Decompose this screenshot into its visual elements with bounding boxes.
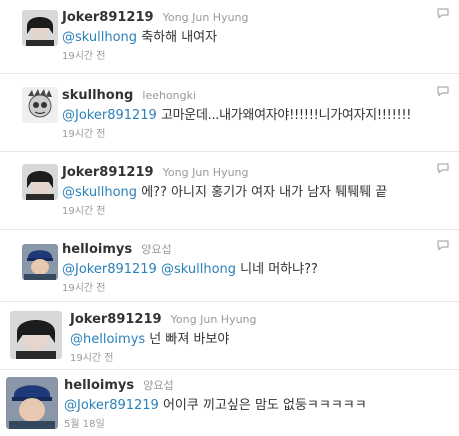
avatar-joker-icon (22, 164, 58, 200)
avatar[interactable] (6, 377, 58, 429)
screen-name[interactable]: skullhong (62, 88, 133, 103)
avatar[interactable] (22, 164, 58, 200)
timestamp[interactable]: 5월 18일 (64, 419, 459, 431)
tweet-body: 어이쿠 끼고싶은 맘도 없둥ㅋㅋㅋㅋㅋ (162, 398, 367, 413)
timestamp[interactable]: 19시간 전 (62, 51, 459, 63)
full-name: Yong Jun Hyung (170, 313, 257, 326)
mention-link[interactable]: @Joker891219 (62, 262, 157, 277)
avatar[interactable] (10, 311, 62, 359)
avatar[interactable] (22, 87, 58, 123)
mention-link[interactable]: @skullhong (161, 262, 236, 277)
mention-link[interactable]: @skullhong (62, 185, 137, 200)
avatar[interactable] (22, 10, 58, 46)
timestamp[interactable]: 19시간 전 (62, 129, 459, 141)
avatar-joker-icon (22, 10, 58, 46)
tweet-text: @skullhong 축하해 내여자 (62, 29, 459, 47)
timestamp[interactable]: 19시간 전 (70, 353, 459, 365)
tweet-text: @Joker891219 고마운데...내가왜여자야!!!!!!니가여자지!!!… (62, 107, 459, 125)
screen-name[interactable]: helloimys (62, 242, 132, 257)
tweet-body: 고마운데...내가왜여자야!!!!!!니가여자지!!!!!!! (160, 108, 412, 123)
screen-name[interactable]: Joker891219 (62, 10, 154, 25)
screen-name[interactable]: Joker891219 (62, 165, 154, 180)
tweet-text: @Joker891219 @skullhong 니네 머하냐?? (62, 261, 459, 279)
tweet-header: skullhong leehongki (62, 86, 459, 104)
tweet-text: @Joker891219 어이쿠 끼고싶은 맘도 없둥ㅋㅋㅋㅋㅋ (64, 397, 459, 415)
tweet-feed: Joker891219 Yong Jun Hyung @skullhong 축하… (0, 0, 459, 436)
timestamp[interactable]: 19시간 전 (62, 283, 459, 295)
tweet-text: @skullhong 에?? 아니지 홍기가 여자 내가 남자 퉤퉤퉤 끝 (62, 184, 459, 202)
tweet-body: 축하해 내여자 (141, 30, 218, 45)
tweet-content: skullhong leehongki @Joker891219 고마운데...… (62, 86, 459, 141)
mention-link[interactable]: @skullhong (62, 30, 137, 45)
avatar-helloimys-icon (6, 377, 58, 429)
full-name: 양요섭 (141, 243, 172, 256)
screen-name[interactable]: helloimys (64, 378, 134, 393)
tweet: helloimys 양요섭 @Joker891219 어이쿠 끼고싶은 맘도 없… (0, 370, 459, 436)
tweet-header: Joker891219 Yong Jun Hyung (62, 8, 459, 26)
timestamp[interactable]: 19시간 전 (62, 206, 459, 218)
screen-name[interactable]: Joker891219 (70, 312, 162, 327)
tweet: skullhong leehongki @Joker891219 고마운데...… (0, 74, 459, 152)
tweet-content: Joker891219 Yong Jun Hyung @helloimys 넌 … (70, 310, 459, 365)
tweet-content: helloimys 양요섭 @Joker891219 어이쿠 끼고싶은 맘도 없… (64, 376, 459, 431)
tweet-header: Joker891219 Yong Jun Hyung (70, 310, 459, 328)
tweet-body: 에?? 아니지 홍기가 여자 내가 남자 퉤퉤퉤 끝 (141, 185, 388, 200)
full-name: Yong Jun Hyung (162, 11, 249, 24)
avatar-skullhong-icon (22, 87, 58, 123)
speech-bubble-icon[interactable] (437, 163, 449, 173)
mention-link[interactable]: @helloimys (70, 332, 145, 347)
tweet-content: Joker891219 Yong Jun Hyung @skullhong 축하… (62, 8, 459, 63)
speech-bubble-icon[interactable] (437, 8, 449, 18)
tweet-header: Joker891219 Yong Jun Hyung (62, 163, 459, 181)
mention-link[interactable]: @Joker891219 (64, 398, 159, 413)
tweet-body: 니네 머하냐?? (240, 262, 318, 277)
tweet: Joker891219 Yong Jun Hyung @helloimys 넌 … (0, 302, 459, 370)
mention-link[interactable]: @Joker891219 (62, 108, 157, 123)
tweet-header: helloimys 양요섭 (62, 240, 459, 258)
speech-bubble-icon[interactable] (437, 240, 449, 250)
tweet-content: helloimys 양요섭 @Joker891219 @skullhong 니네… (62, 240, 459, 295)
speech-bubble-icon[interactable] (437, 86, 449, 96)
tweet-content: Joker891219 Yong Jun Hyung @skullhong 에?… (62, 163, 459, 218)
avatar-helloimys-icon (22, 244, 58, 280)
tweet: helloimys 양요섭 @Joker891219 @skullhong 니네… (0, 230, 459, 302)
tweet-header: helloimys 양요섭 (64, 376, 459, 394)
avatar-joker-icon (10, 311, 62, 359)
avatar[interactable] (22, 244, 58, 280)
tweet: Joker891219 Yong Jun Hyung @skullhong 축하… (0, 0, 459, 74)
full-name: 양요섭 (143, 379, 174, 392)
tweet-body: 넌 빠져 바보야 (149, 332, 230, 347)
tweet-text: @helloimys 넌 빠져 바보야 (70, 331, 459, 349)
full-name: leehongki (142, 89, 197, 102)
full-name: Yong Jun Hyung (162, 166, 249, 179)
tweet: Joker891219 Yong Jun Hyung @skullhong 에?… (0, 152, 459, 230)
